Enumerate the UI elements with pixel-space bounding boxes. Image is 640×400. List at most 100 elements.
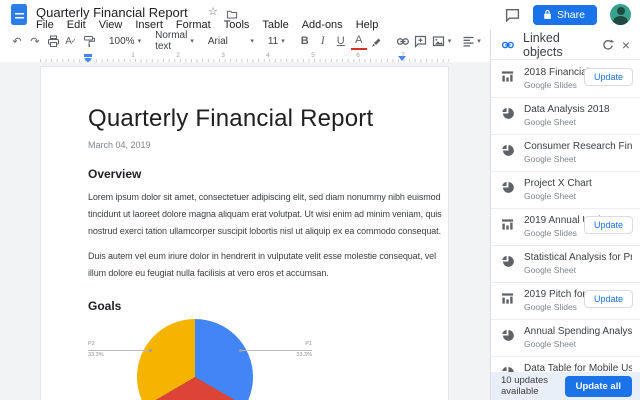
align-caret[interactable]: ▾ <box>477 37 481 45</box>
linked-object-source: Google Sheet <box>524 154 632 164</box>
google-docs-icon[interactable] <box>11 4 27 25</box>
ruler-number: 5 <box>311 52 315 59</box>
undo-icon[interactable]: ↶ <box>9 32 25 50</box>
linked-object-source: Google Sheet <box>524 191 632 201</box>
linked-object-item[interactable]: Data Analysis 2018Google Sheet <box>491 98 640 135</box>
paint-format-icon[interactable] <box>81 32 97 50</box>
section-heading-overview[interactable]: Overview <box>88 167 403 181</box>
menu-item-view[interactable]: View <box>99 19 123 31</box>
close-icon[interactable]: × <box>622 37 630 53</box>
toolbar: ↶ ↷ A✓ 100%▾ Normal text▾ Arial▾ 11▾ B I… <box>0 30 490 52</box>
updates-available-status: 10 updates available <box>501 375 565 397</box>
align-icon[interactable] <box>460 32 476 50</box>
pie-callout-left-dot <box>149 349 152 352</box>
section-heading-goals[interactable]: Goals <box>88 299 403 313</box>
insert-image-caret[interactable]: ▾ <box>448 37 452 45</box>
underline-button[interactable]: U <box>333 32 349 50</box>
linked-object-item[interactable]: 2018 Financial Report...Google SlidesUpd… <box>491 61 640 98</box>
doc-date[interactable]: March 04, 2019 <box>88 140 403 150</box>
slides-chart-icon <box>501 218 514 236</box>
document-title-field[interactable]: Quarterly Financial Report <box>36 5 188 20</box>
slides-chart-icon <box>501 292 514 310</box>
update-button[interactable]: Update <box>584 216 633 234</box>
menu-item-tools[interactable]: Tools <box>224 19 250 31</box>
menu-item-file[interactable]: File <box>36 19 54 31</box>
document-canvas: Quarterly Financial Report March 04, 201… <box>0 62 490 400</box>
doc-paragraph[interactable]: Duis autem vel eum iriure dolor in hendr… <box>88 248 403 282</box>
linked-object-source: Google Sheet <box>524 265 632 275</box>
linked-object-title: Statistical Analysis for Project X <box>524 252 632 263</box>
menu-item-add-ons[interactable]: Add-ons <box>302 19 343 31</box>
comments-icon[interactable] <box>505 8 520 22</box>
font-select[interactable]: Arial▾ <box>205 36 257 47</box>
account-avatar[interactable] <box>610 4 631 25</box>
refresh-icon[interactable] <box>602 39 614 51</box>
pie-callout-right-dot <box>239 349 242 352</box>
pie-callout-right-line <box>240 350 312 351</box>
overview-paragraphs[interactable]: Lorem ipsum dolor sit amet, consectetuer… <box>88 189 403 282</box>
document-content[interactable]: Quarterly Financial Report March 04, 201… <box>88 67 403 400</box>
sidebar-footer: 10 updates available Update all <box>491 372 640 400</box>
linked-object-item[interactable]: Data Table for Mobile UsageGoogle Sheet <box>491 357 640 372</box>
linked-object-item[interactable]: 2019 Annual UpdateGoogle SlidesUpdate <box>491 209 640 246</box>
doc-heading-title[interactable]: Quarterly Financial Report <box>88 105 403 133</box>
pie-callout-left-label: P2 <box>88 341 95 348</box>
linked-objects-sidebar: Linked objects × 2018 Financial Report..… <box>490 30 640 400</box>
page[interactable]: Quarterly Financial Report March 04, 201… <box>40 66 449 400</box>
linked-object-title: Consumer Research Findings <box>524 141 632 152</box>
sheet-pie-icon <box>501 181 514 199</box>
linked-object-item[interactable]: Statistical Analysis for Project X Google… <box>491 246 640 283</box>
sheet-pie-icon <box>501 255 514 273</box>
menu-item-format[interactable]: Format <box>176 19 211 31</box>
share-label: Share <box>557 9 585 21</box>
share-button[interactable]: Share <box>533 5 597 25</box>
insert-link-icon[interactable] <box>395 32 411 50</box>
sheet-pie-icon <box>501 329 514 347</box>
update-all-button[interactable]: Update all <box>565 376 632 397</box>
menu-item-edit[interactable]: Edit <box>67 19 86 31</box>
linked-object-item[interactable]: Annual Spending Analysis - 2019Google Sh… <box>491 320 640 357</box>
pie-callout-right-label: P1 <box>292 341 312 348</box>
linked-objects-list: 2018 Financial Report...Google SlidesUpd… <box>491 61 640 372</box>
sidebar-header: Linked objects × <box>491 30 640 60</box>
linked-object-title: Data Analysis 2018 <box>524 104 632 115</box>
sidebar-title: Linked objects <box>523 31 594 59</box>
linked-object-source: Google Sheet <box>524 339 632 349</box>
insert-image-icon[interactable] <box>431 32 447 50</box>
star-icon[interactable]: ☆ <box>208 5 218 18</box>
linked-object-item[interactable]: 2019 Pitch for Consu...Google SlidesUpda… <box>491 283 640 320</box>
pie-callout-left-line <box>88 350 151 351</box>
linked-object-item[interactable]: Consumer Research Findings Google Sheet <box>491 135 640 172</box>
menu-item-table[interactable]: Table <box>262 19 288 31</box>
linked-object-title: Project X Chart <box>524 178 632 189</box>
zoom-select[interactable]: 100%▾ <box>106 36 144 47</box>
paragraph-style-select[interactable]: Normal text▾ <box>152 30 197 52</box>
redo-icon[interactable]: ↷ <box>27 32 43 50</box>
ruler-number: 7 <box>401 52 405 59</box>
menu-item-help[interactable]: Help <box>356 19 379 31</box>
lock-icon <box>543 9 552 20</box>
ruler-ticks <box>40 52 449 62</box>
bold-button[interactable]: B <box>297 32 313 50</box>
print-icon[interactable] <box>45 32 61 50</box>
doc-paragraph[interactable]: Lorem ipsum dolor sit amet, consectetuer… <box>88 189 403 240</box>
linked-object-item[interactable]: Project X Chart Google Sheet <box>491 172 640 209</box>
pie-chart[interactable]: P2 33.3% P1 33.3% <box>88 317 403 400</box>
ruler-number: 6 <box>356 52 360 59</box>
ruler-number: 2 <box>176 52 180 59</box>
menu-item-insert[interactable]: Insert <box>135 19 163 31</box>
spellcheck-icon[interactable]: A✓ <box>63 32 79 50</box>
menu-bar: File Edit View Insert Format Tools Table Add-on… <box>36 19 378 31</box>
update-button[interactable]: Update <box>584 68 633 86</box>
update-button[interactable]: Update <box>584 290 633 308</box>
link-icon <box>501 39 515 51</box>
pie-graphic[interactable] <box>137 319 253 400</box>
font-size-select[interactable]: 11▾ <box>265 36 288 47</box>
italic-button[interactable]: I <box>315 32 331 50</box>
sheet-pie-icon <box>501 107 514 125</box>
sheet-pie-icon <box>501 144 514 162</box>
ruler-number: 1 <box>131 52 135 59</box>
highlight-color-icon[interactable] <box>369 32 385 50</box>
add-comment-icon[interactable] <box>413 32 429 50</box>
text-color-button[interactable]: A <box>351 32 367 50</box>
